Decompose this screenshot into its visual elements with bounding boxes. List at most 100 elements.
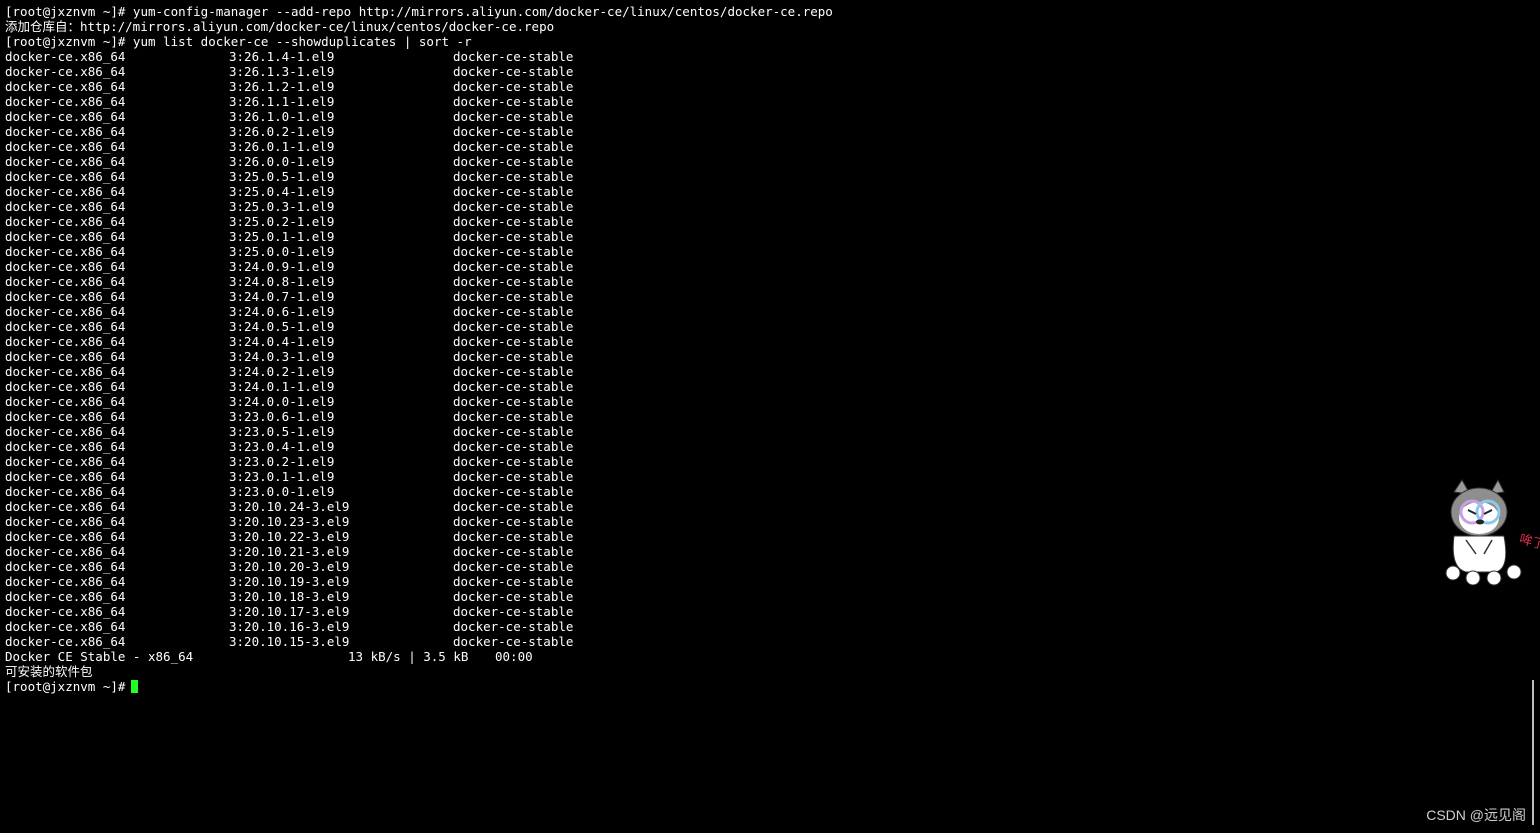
package-repo: docker-ce-stable xyxy=(453,499,574,514)
package-row: docker-ce.x86_64 3:25.0.3-1.el9 docker-ce-… xyxy=(5,199,833,214)
available-label: 可安装的软件包 xyxy=(5,664,93,679)
package-name: docker-ce.x86_64 xyxy=(5,259,126,274)
package-row: docker-ce.x86_64 3:20.10.21-3.el9 docker-c… xyxy=(5,544,833,559)
package-repo: docker-ce-stable xyxy=(453,574,574,589)
package-name: docker-ce.x86_64 xyxy=(5,424,126,439)
package-repo: docker-ce-stable xyxy=(453,514,574,529)
command-line: [root@jxznvm ~]# yum-config-manager --ad… xyxy=(5,4,833,19)
package-name: docker-ce.x86_64 xyxy=(5,154,126,169)
package-name: docker-ce.x86_64 xyxy=(5,199,126,214)
package-row: docker-ce.x86_64 3:20.10.15-3.el9 docker-c… xyxy=(5,634,833,649)
package-version: 3:20.10.15-3.el9 xyxy=(229,634,350,649)
package-version: 3:20.10.22-3.el9 xyxy=(229,529,350,544)
package-row: docker-ce.x86_64 3:26.0.1-1.el9 docker-ce-… xyxy=(5,139,833,154)
package-repo: docker-ce-stable xyxy=(453,229,574,244)
package-version: 3:24.0.0-1.el9 xyxy=(229,394,335,409)
package-version: 3:26.1.0-1.el9 xyxy=(229,109,335,124)
package-name: docker-ce.x86_64 xyxy=(5,619,126,634)
package-row: docker-ce.x86_64 3:26.1.0-1.el9 docker-ce-… xyxy=(5,109,833,124)
package-version: 3:25.0.1-1.el9 xyxy=(229,229,335,244)
package-repo: docker-ce-stable xyxy=(453,454,574,469)
package-name: docker-ce.x86_64 xyxy=(5,94,126,109)
package-version: 3:26.1.3-1.el9 xyxy=(229,64,335,79)
package-version: 3:24.0.1-1.el9 xyxy=(229,379,335,394)
prompt: [root@jxznvm ~]# xyxy=(5,679,126,694)
package-version: 3:20.10.17-3.el9 xyxy=(229,604,350,619)
package-version: 3:20.10.18-3.el9 xyxy=(229,589,350,604)
line-text: [root@jxznvm ~]# yum list docker-ce --sh… xyxy=(5,34,472,49)
package-name: docker-ce.x86_64 xyxy=(5,454,126,469)
package-repo: docker-ce-stable xyxy=(453,544,574,559)
package-repo: docker-ce-stable xyxy=(453,154,574,169)
package-repo: docker-ce-stable xyxy=(453,364,574,379)
repo-status-name: Docker CE Stable - x86_64 xyxy=(5,649,194,664)
line-text: [root@jxznvm ~]# yum-config-manager --ad… xyxy=(5,4,833,19)
package-repo: docker-ce-stable xyxy=(453,349,574,364)
scrollbar[interactable] xyxy=(1532,680,1534,825)
package-row: docker-ce.x86_64 3:23.0.0-1.el9 docker-ce-… xyxy=(5,484,833,499)
package-repo: docker-ce-stable xyxy=(453,274,574,289)
package-name: docker-ce.x86_64 xyxy=(5,604,126,619)
package-version: 3:23.0.4-1.el9 xyxy=(229,439,335,454)
terminal-window[interactable]: [root@jxznvm ~]# yum-config-manager --ad… xyxy=(0,0,1528,833)
package-row: docker-ce.x86_64 3:20.10.17-3.el9 docker-c… xyxy=(5,604,833,619)
package-row: docker-ce.x86_64 3:23.0.6-1.el9 docker-ce-… xyxy=(5,409,833,424)
package-row: docker-ce.x86_64 3:26.1.1-1.el9 docker-ce-… xyxy=(5,94,833,109)
package-repo: docker-ce-stable xyxy=(453,79,574,94)
package-name: docker-ce.x86_64 xyxy=(5,394,126,409)
package-version: 3:25.0.0-1.el9 xyxy=(229,244,335,259)
package-row: docker-ce.x86_64 3:26.0.2-1.el9 docker-ce-… xyxy=(5,124,833,139)
command-line: [root@jxznvm ~]# yum list docker-ce --sh… xyxy=(5,34,833,49)
package-row: docker-ce.x86_64 3:24.0.6-1.el9 docker-ce-… xyxy=(5,304,833,319)
repo-status-time: 00:00 xyxy=(495,649,533,664)
package-version: 3:25.0.5-1.el9 xyxy=(229,169,335,184)
package-name: docker-ce.x86_64 xyxy=(5,49,126,64)
package-row: docker-ce.x86_64 3:24.0.5-1.el9 docker-ce-… xyxy=(5,319,833,334)
package-row: docker-ce.x86_64 3:20.10.23-3.el9 docker-c… xyxy=(5,514,833,529)
package-row: docker-ce.x86_64 3:25.0.2-1.el9 docker-ce-… xyxy=(5,214,833,229)
package-repo: docker-ce-stable xyxy=(453,529,574,544)
package-repo: docker-ce-stable xyxy=(453,259,574,274)
package-name: docker-ce.x86_64 xyxy=(5,289,126,304)
output-line: 添加仓库自：http://mirrors.aliyun.com/docker-c… xyxy=(5,19,833,34)
package-name: docker-ce.x86_64 xyxy=(5,499,126,514)
package-name: docker-ce.x86_64 xyxy=(5,244,126,259)
package-name: docker-ce.x86_64 xyxy=(5,334,126,349)
repo-status-speed: 13 kB/s | 3.5 kB xyxy=(348,649,469,664)
prompt-line: [root@jxznvm ~]# xyxy=(5,679,833,694)
package-row: docker-ce.x86_64 3:24.0.9-1.el9 docker-ce-… xyxy=(5,259,833,274)
package-repo: docker-ce-stable xyxy=(453,244,574,259)
package-row: docker-ce.x86_64 3:26.0.0-1.el9 docker-ce-… xyxy=(5,154,833,169)
package-row: docker-ce.x86_64 3:23.0.2-1.el9 docker-ce-… xyxy=(5,454,833,469)
package-row: docker-ce.x86_64 3:25.0.1-1.el9 docker-ce-… xyxy=(5,229,833,244)
package-repo: docker-ce-stable xyxy=(453,304,574,319)
cursor xyxy=(131,680,139,693)
package-name: docker-ce.x86_64 xyxy=(5,544,126,559)
package-repo: docker-ce-stable xyxy=(453,169,574,184)
package-name: docker-ce.x86_64 xyxy=(5,124,126,139)
package-version: 3:20.10.20-3.el9 xyxy=(229,559,350,574)
package-row: docker-ce.x86_64 3:24.0.7-1.el9 docker-ce-… xyxy=(5,289,833,304)
package-version: 3:23.0.0-1.el9 xyxy=(229,484,335,499)
package-name: docker-ce.x86_64 xyxy=(5,439,126,454)
package-repo: docker-ce-stable xyxy=(453,379,574,394)
package-name: docker-ce.x86_64 xyxy=(5,469,126,484)
package-repo: docker-ce-stable xyxy=(453,424,574,439)
package-row: docker-ce.x86_64 3:26.1.4-1.el9 docker-ce-… xyxy=(5,49,833,64)
package-version: 3:26.1.4-1.el9 xyxy=(229,49,335,64)
package-repo: docker-ce-stable xyxy=(453,334,574,349)
package-name: docker-ce.x86_64 xyxy=(5,364,126,379)
package-name: docker-ce.x86_64 xyxy=(5,184,126,199)
sticker-text: 哞了 xyxy=(1518,531,1540,553)
package-name: docker-ce.x86_64 xyxy=(5,169,126,184)
package-repo: docker-ce-stable xyxy=(453,619,574,634)
package-name: docker-ce.x86_64 xyxy=(5,109,126,124)
package-version: 3:20.10.23-3.el9 xyxy=(229,514,350,529)
package-row: docker-ce.x86_64 3:24.0.4-1.el9 docker-ce-… xyxy=(5,334,833,349)
package-name: docker-ce.x86_64 xyxy=(5,229,126,244)
package-name: docker-ce.x86_64 xyxy=(5,214,126,229)
package-row: docker-ce.x86_64 3:20.10.20-3.el9 docker-c… xyxy=(5,559,833,574)
package-name: docker-ce.x86_64 xyxy=(5,319,126,334)
package-name: docker-ce.x86_64 xyxy=(5,589,126,604)
package-name: docker-ce.x86_64 xyxy=(5,484,126,499)
